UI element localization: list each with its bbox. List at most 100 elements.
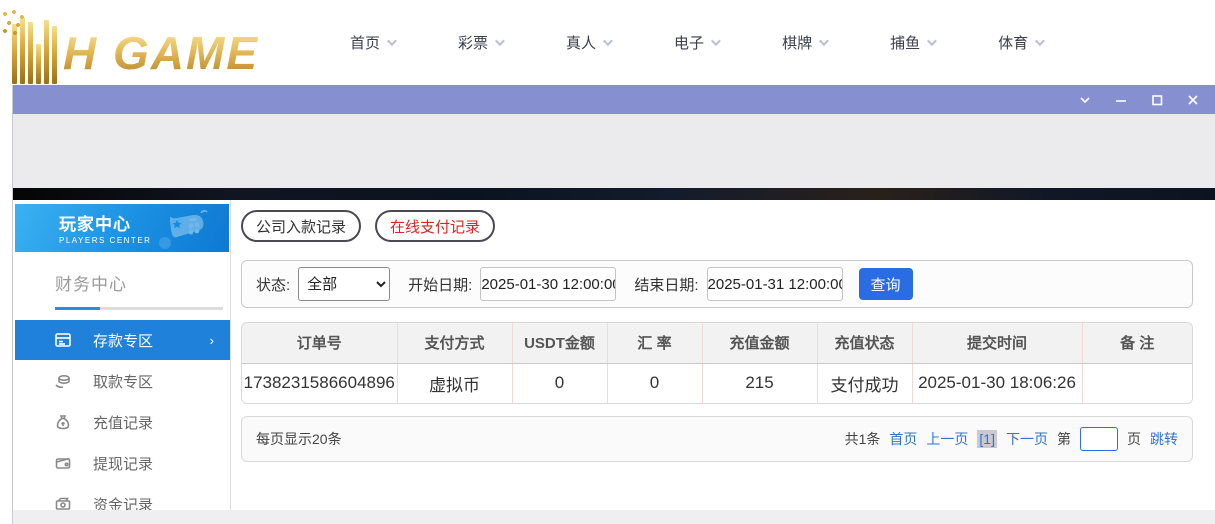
sidebar-item-withdraw-zone[interactable]: 取款专区	[15, 361, 230, 401]
sidebar-section-divider	[55, 307, 223, 310]
nav-label: 棋牌	[782, 35, 813, 52]
logo-bars-icon	[2, 9, 57, 84]
nav-item-cards[interactable]: 棋牌	[782, 32, 829, 53]
maximize-icon	[1152, 94, 1163, 105]
main-nav: 首页 彩票 真人 电子 棋牌 捕鱼 体育	[350, 32, 1045, 53]
table-row: 1738231586604896 虚拟币 0 0 215 支付成功 2025-0…	[242, 363, 1192, 403]
col-exchange-rate: 汇 率	[607, 323, 703, 364]
next-page-link[interactable]: 下一页	[1006, 429, 1048, 449]
status-select[interactable]: 全部	[298, 267, 391, 301]
cell-usdt-amount: 0	[512, 363, 608, 403]
records-table-container: 订单号 支付方式 USDT金额 汇 率 充值金额 充值状态 提交时间 备 注 1	[241, 322, 1193, 404]
logo-text: H GAME	[63, 30, 259, 84]
chevron-down-icon	[494, 36, 505, 47]
filter-bar: 状态: 全部 开始日期: 结束日期: 查询	[241, 260, 1193, 308]
site-logo[interactable]: H GAME	[2, 6, 292, 84]
deposit-card-icon	[53, 330, 73, 350]
minimize-icon	[1116, 99, 1126, 102]
first-page-link[interactable]: 首页	[889, 429, 917, 449]
window-minimize-button[interactable]	[1113, 92, 1129, 108]
sidebar-item-label: 取款专区	[93, 373, 154, 391]
nav-label: 体育	[998, 35, 1029, 52]
pager-controls: 共1条 首页 上一页 [1] 下一页 第 页 跳转	[845, 427, 1178, 451]
col-recharge-status: 充值状态	[817, 323, 913, 364]
sidebar: 玩家中心 PLAYERS CENTER 财务中心 存款专区 › 取款专区 充值记…	[13, 200, 231, 510]
col-recharge-amount: 充值金额	[702, 323, 818, 364]
sidebar-item-label: 提现记录	[93, 455, 154, 473]
col-payment-method: 支付方式	[397, 323, 513, 364]
window-content: 玩家中心 PLAYERS CENTER 财务中心 存款专区 › 取款专区 充值记…	[13, 200, 1215, 510]
sidebar-item-funds-records[interactable]: 资金记录	[15, 484, 230, 510]
cell-order-number: 1738231586604896	[242, 363, 398, 403]
jump-button[interactable]: 跳转	[1150, 429, 1178, 449]
chevron-down-icon	[1035, 36, 1045, 47]
logo-dots	[2, 9, 28, 36]
tab-company-deposit-records[interactable]: 公司入款记录	[241, 210, 362, 242]
col-usdt-amount: USDT金额	[512, 323, 608, 364]
nav-item-lottery[interactable]: 彩票	[458, 32, 505, 53]
banner-strip	[13, 188, 1215, 200]
end-date-input[interactable]	[706, 267, 843, 301]
gamepad-icon	[159, 209, 208, 249]
table-header-row: 订单号 支付方式 USDT金额 汇 率 充值金额 充值状态 提交时间 备 注	[242, 323, 1192, 364]
records-table: 订单号 支付方式 USDT金额 汇 率 充值金额 充值状态 提交时间 备 注 1	[242, 323, 1192, 403]
prev-page-link[interactable]: 上一页	[926, 429, 968, 449]
col-remark: 备 注	[1082, 323, 1192, 364]
sidebar-item-label: 充值记录	[93, 414, 154, 432]
chevron-down-icon	[711, 36, 721, 47]
col-order-number: 订单号	[242, 323, 398, 364]
nav-label: 捕鱼	[890, 35, 921, 52]
start-date-label: 开始日期:	[408, 276, 473, 294]
chevron-down-icon	[819, 36, 829, 47]
end-date-label: 结束日期:	[634, 276, 699, 294]
tab-online-payment-records[interactable]: 在线支付记录	[375, 210, 496, 242]
chevron-down-icon	[1080, 96, 1090, 103]
jump-prefix-label: 第	[1057, 431, 1071, 447]
moneybag-icon	[53, 412, 73, 432]
nav-label: 真人	[566, 35, 597, 52]
top-navbar: H GAME 首页 彩票 真人 电子 棋牌 捕鱼 体育	[0, 0, 1215, 85]
nav-item-fishing[interactable]: 捕鱼	[890, 32, 937, 53]
chevron-down-icon	[603, 36, 613, 47]
cell-submit-time: 2025-01-30 18:06:26	[912, 363, 1083, 403]
window-header-spacer	[13, 114, 1215, 188]
record-tabs: 公司入款记录 在线支付记录	[241, 210, 1193, 242]
sidebar-item-recharge-records[interactable]: 充值记录	[15, 402, 230, 442]
per-page-label: 每页显示20条	[256, 431, 342, 447]
nav-label: 首页	[350, 35, 381, 52]
cell-remark	[1082, 363, 1192, 403]
cell-payment-method: 虚拟币	[397, 363, 513, 403]
wallet-icon	[53, 453, 73, 473]
chevron-down-icon	[927, 36, 937, 47]
query-button[interactable]: 查询	[858, 268, 913, 300]
start-date-input[interactable]	[480, 267, 617, 301]
jump-page-input[interactable]	[1080, 427, 1118, 451]
chevron-down-icon	[386, 36, 397, 47]
col-submit-time: 提交时间	[912, 323, 1083, 364]
nav-label: 电子	[674, 35, 705, 52]
sidebar-section-title: 财务中心	[55, 275, 127, 294]
nav-label: 彩票	[458, 35, 489, 52]
sidebar-item-label: 存款专区	[93, 332, 154, 350]
cell-exchange-rate: 0	[607, 363, 703, 403]
nav-item-live[interactable]: 真人	[566, 32, 613, 53]
nav-item-slots[interactable]: 电子	[674, 32, 721, 53]
window-close-button[interactable]	[1185, 92, 1201, 108]
sidebar-header: 玩家中心 PLAYERS CENTER	[15, 204, 229, 252]
chevron-right-icon: ›	[209, 332, 214, 348]
player-center-window: 玩家中心 PLAYERS CENTER 财务中心 存款专区 › 取款专区 充值记…	[12, 85, 1215, 524]
withdraw-hand-icon	[53, 371, 73, 391]
funds-cash-icon	[53, 494, 73, 510]
nav-item-sports[interactable]: 体育	[998, 32, 1045, 53]
jump-suffix-label: 页	[1127, 431, 1141, 447]
status-label: 状态:	[256, 276, 291, 294]
sidebar-item-withdrawal-records[interactable]: 提现记录	[15, 443, 230, 483]
window-collapse-button[interactable]	[1077, 92, 1093, 108]
sidebar-item-deposit-zone[interactable]: 存款专区 ›	[15, 320, 230, 360]
close-icon	[1188, 94, 1198, 105]
total-count-label: 共1条	[844, 431, 881, 447]
nav-item-home[interactable]: 首页	[350, 32, 397, 53]
window-titlebar	[13, 85, 1215, 114]
window-maximize-button[interactable]	[1149, 92, 1165, 108]
sidebar-item-label: 资金记录	[93, 496, 154, 511]
